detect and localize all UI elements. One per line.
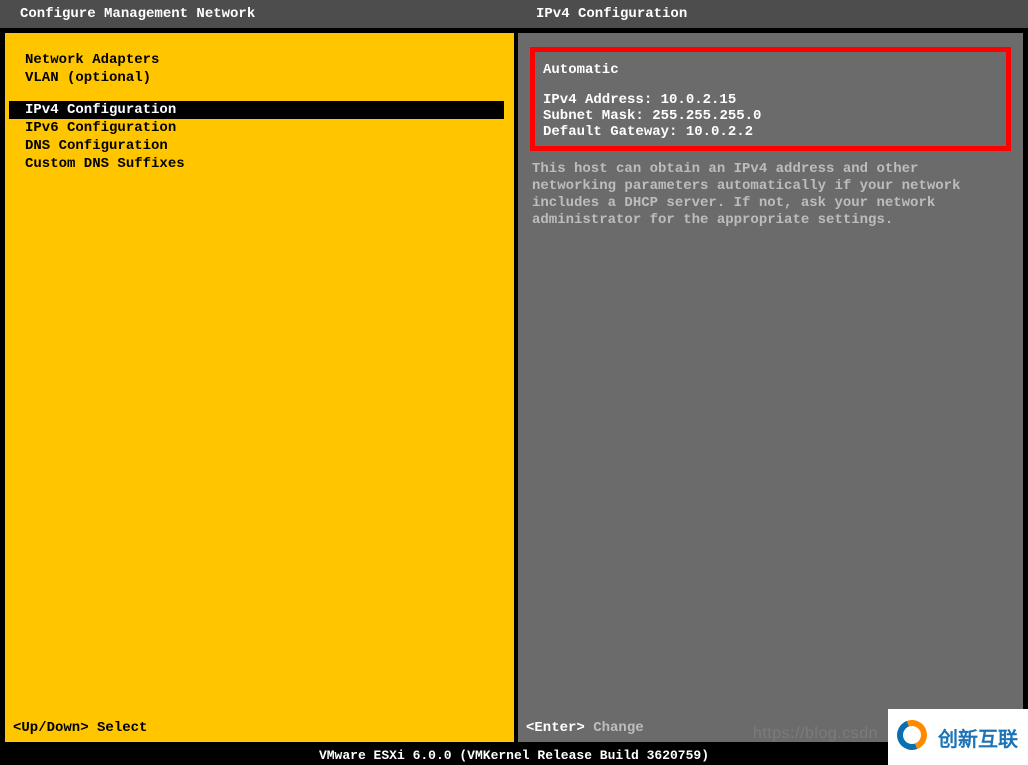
menu-list: Network Adapters VLAN (optional) IPv4 Co…	[5, 51, 514, 173]
main-split: Configure Management Network Network Ada…	[0, 0, 1028, 747]
menu-item-label: IPv4 Configuration	[25, 102, 176, 118]
kv-label: IPv4 Address:	[543, 92, 652, 108]
left-panel-body: Network Adapters VLAN (optional) IPv4 Co…	[0, 28, 516, 747]
kv-value: 10.0.2.15	[661, 92, 737, 108]
menu-item-label: VLAN (optional)	[25, 70, 151, 86]
ipv4-summary-box: Automatic IPv4 Address: 10.0.2.15 Subnet…	[530, 47, 1011, 151]
kv-label: Default Gateway:	[543, 124, 677, 140]
subnet-mask-row: Subnet Mask: 255.255.255.0	[543, 108, 998, 124]
brand-text: 创新互联	[938, 723, 1018, 752]
left-panel: Configure Management Network Network Ada…	[0, 0, 516, 747]
menu-item-label: IPv6 Configuration	[25, 120, 176, 136]
menu-item-custom-dns-suffixes[interactable]: Custom DNS Suffixes	[5, 155, 514, 173]
brand-badge: 创新互联	[888, 709, 1028, 765]
brand-logo-icon	[896, 719, 932, 755]
kv-label: Subnet Mask:	[543, 108, 644, 124]
kv-value: 255.255.255.0	[652, 108, 761, 124]
status-bar: VMware ESXi 6.0.0 (VMKernel Release Buil…	[0, 747, 1028, 765]
left-footer-action: Select	[97, 720, 147, 736]
ipv4-description: This host can obtain an IPv4 address and…	[530, 157, 1011, 228]
esxi-dcui-screen: Configure Management Network Network Ada…	[0, 0, 1028, 765]
menu-item-ipv4-configuration[interactable]: IPv4 Configuration	[9, 101, 504, 119]
left-footer-hint: <Up/Down> Select	[13, 720, 147, 736]
menu-item-label: DNS Configuration	[25, 138, 168, 154]
menu-item-vlan[interactable]: VLAN (optional)	[5, 69, 514, 87]
right-panel: IPv4 Configuration Automatic IPv4 Addres…	[516, 0, 1028, 747]
menu-item-label: Custom DNS Suffixes	[25, 156, 185, 172]
ipv4-mode: Automatic	[543, 62, 998, 78]
default-gateway-row: Default Gateway: 10.0.2.2	[543, 124, 998, 140]
right-panel-title: IPv4 Configuration	[516, 0, 1028, 28]
menu-item-dns-configuration[interactable]: DNS Configuration	[5, 137, 514, 155]
right-footer-hint: <Enter> Change	[526, 720, 644, 736]
left-footer-key: <Up/Down>	[13, 720, 89, 736]
menu-spacer	[5, 87, 514, 101]
menu-item-label: Network Adapters	[25, 52, 159, 68]
kv-value: 10.0.2.2	[686, 124, 753, 140]
right-footer-key: <Enter>	[526, 720, 585, 736]
menu-item-ipv6-configuration[interactable]: IPv6 Configuration	[5, 119, 514, 137]
ipv4-address-row: IPv4 Address: 10.0.2.15	[543, 92, 998, 108]
menu-item-network-adapters[interactable]: Network Adapters	[5, 51, 514, 69]
left-panel-title: Configure Management Network	[0, 0, 516, 28]
right-panel-body: Automatic IPv4 Address: 10.0.2.15 Subnet…	[516, 28, 1028, 747]
right-footer-action: Change	[593, 720, 643, 736]
